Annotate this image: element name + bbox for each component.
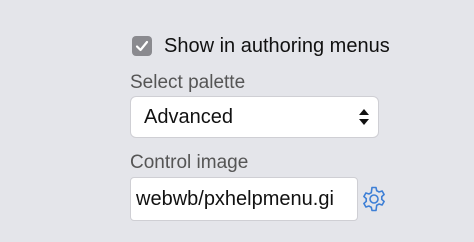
select-palette-label: Select palette — [130, 72, 246, 93]
show-in-authoring-menus-checkbox[interactable] — [132, 36, 152, 56]
control-image-input[interactable]: webwb/pxhelpmenu.gi — [130, 177, 358, 221]
show-in-authoring-menus-label: Show in authoring menus — [164, 35, 390, 57]
palette-select[interactable]: Advanced — [130, 96, 379, 138]
show-in-authoring-menus-row[interactable]: Show in authoring menus — [132, 33, 390, 59]
select-arrows-icon — [359, 109, 369, 125]
control-image-label: Control image — [130, 152, 249, 173]
checkmark-icon — [135, 40, 149, 52]
palette-selected-value: Advanced — [144, 105, 233, 128]
control-image-value: webwb/pxhelpmenu.gi — [136, 187, 334, 210]
gear-icon[interactable] — [360, 185, 388, 213]
